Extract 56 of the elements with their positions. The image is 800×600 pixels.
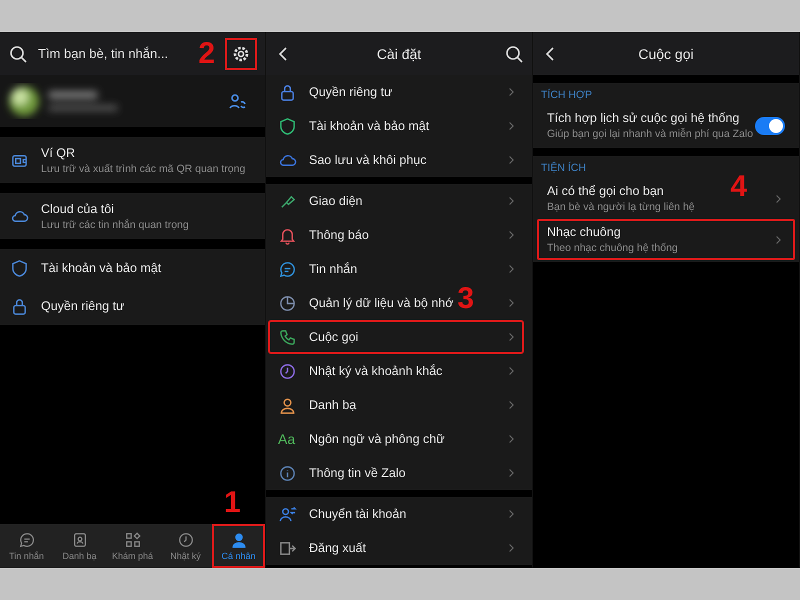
settings-item[interactable]: Cuộc gọi <box>309 330 358 344</box>
settings-item[interactable]: Quyền riêng tư <box>309 85 392 99</box>
person-sync-icon[interactable] <box>227 91 247 111</box>
item-subtitle: Theo nhạc chuông hệ thống <box>547 242 678 254</box>
settings-item[interactable]: Quản lý dữ liệu và bộ nhớ <box>309 296 454 310</box>
settings-item[interactable]: Sao lưu và khôi phục <box>309 153 426 167</box>
item-subtitle: Lưu trữ và xuất trình các mã QR quan trọng <box>41 162 246 174</box>
chat-bubble-icon <box>18 531 36 549</box>
person-icon <box>230 531 248 549</box>
settings-item[interactable]: Nhật ký và khoảnh khắc <box>309 364 442 378</box>
settings-item[interactable]: Danh bạ <box>309 398 356 412</box>
screen-title: Cài đặt <box>376 46 422 62</box>
toggle-switch[interactable] <box>755 116 785 134</box>
item-subtitle: Bạn bè và người lạ từng liên hệ <box>547 201 695 213</box>
settings-item[interactable]: Đăng xuất <box>309 541 366 555</box>
font-icon: Aa <box>278 431 297 447</box>
menu-item[interactable]: Quyền riêng tư <box>0 287 265 325</box>
settings-item[interactable]: Thông báo <box>309 228 369 242</box>
search-field[interactable]: Tìm bạn bè, tin nhắn... <box>38 46 188 61</box>
item-subtitle: Giúp bạn gọi lại nhanh và miễn phí qua Zalo <box>547 128 754 140</box>
menu-item[interactable]: Ví QR Lưu trữ và xuất trình các mã QR quan trọng <box>0 137 265 183</box>
step-number: 2 <box>198 38 215 68</box>
settings-item[interactable]: Nhạc chuông <box>547 225 678 239</box>
clock-icon <box>176 531 194 549</box>
menu-item[interactable]: Tài khoản và bảo mật <box>0 249 265 287</box>
step-number: 4 <box>730 172 747 202</box>
settings-item[interactable]: Ai có thể gọi cho bạn <box>547 184 695 198</box>
item-title: Ví QR <box>41 146 76 160</box>
settings-item[interactable]: Tin nhắn <box>309 262 358 276</box>
search-icon[interactable] <box>8 44 28 64</box>
lock-icon <box>10 296 29 316</box>
item-title: Quyền riêng tư <box>41 299 124 313</box>
nav-tab[interactable]: Nhật ký <box>159 524 212 568</box>
settings-item[interactable]: Giao diện <box>309 194 363 208</box>
shield-icon <box>10 258 29 278</box>
item-title: Tài khoản và bảo mật <box>41 261 162 275</box>
grid-icon <box>124 531 142 549</box>
settings-button[interactable] <box>225 38 257 70</box>
settings-item[interactable]: Ngôn ngữ và phông chữ <box>309 432 445 446</box>
search-icon[interactable] <box>504 44 524 64</box>
nav-tab[interactable]: Tin nhắn <box>0 524 53 568</box>
section-heading: TÍCH HỢP <box>540 89 594 101</box>
settings-item[interactable]: Chuyển tài khoản <box>309 507 406 521</box>
screen-title: Cuộc gọi <box>637 46 695 62</box>
item-subtitle: Lưu trữ các tin nhắn quan trọng <box>41 218 189 230</box>
item-title: Cloud của tôi <box>41 202 115 216</box>
menu-item[interactable]: Cloud của tôi Lưu trữ các tin nhắn quan trọng <box>0 193 265 239</box>
step-number: 3 <box>457 284 474 314</box>
section-heading: TIỆN ÍCH <box>540 162 587 174</box>
settings-item[interactable]: Tích hợp lịch sử cuộc gọi hệ thống <box>547 111 754 125</box>
settings-item[interactable]: Tài khoản và bảo mật <box>309 119 430 133</box>
settings-item[interactable]: Thông tin về Zalo <box>309 466 406 480</box>
nav-tab[interactable]: Danh bạ <box>53 524 106 568</box>
step-number: 1 <box>224 488 241 518</box>
nav-tab[interactable]: Khám phá <box>106 524 159 568</box>
profile-card[interactable] <box>0 75 265 127</box>
